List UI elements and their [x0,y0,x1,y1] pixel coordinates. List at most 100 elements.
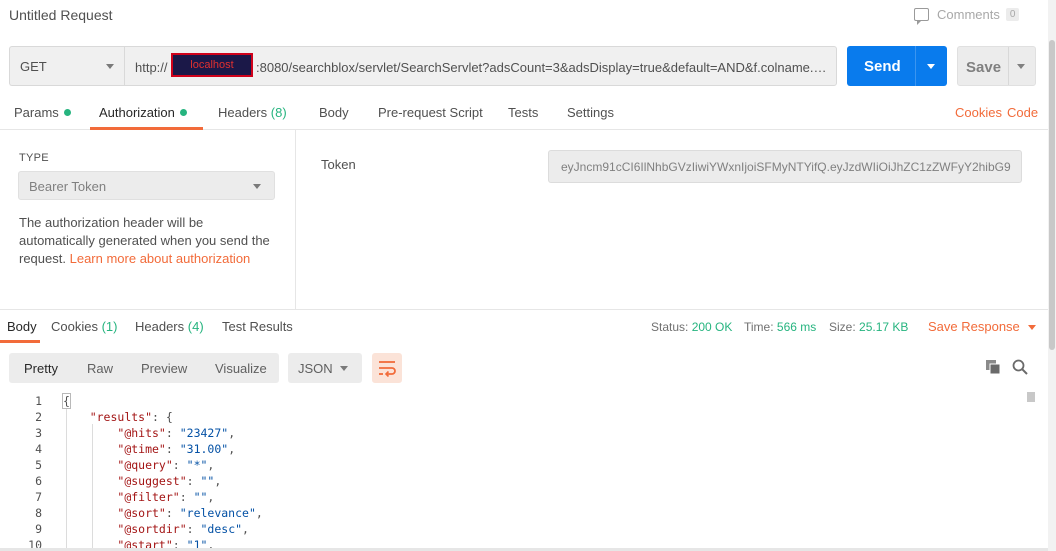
params-status-dot [63,109,71,116]
comments-button[interactable]: Comments 0 [914,7,1020,25]
tab-headers-count: (8) [270,105,287,120]
json-key: "@time" [117,442,166,456]
resp-tab-headers[interactable]: Headers (4) [135,319,204,334]
comments-label: Comments [937,7,1000,22]
code-content: "@sort": "relevance", [62,506,263,520]
comments-count-badge: 0 [1005,8,1020,21]
learn-more-link[interactable]: Learn more about authorization [70,251,251,266]
auth-description: The authorization header will be automat… [19,214,281,268]
code-scrollbar[interactable] [1027,392,1035,402]
json-separator: : [165,426,180,440]
method-select[interactable]: GET [9,46,125,86]
request-title[interactable]: Untitled Request [9,7,113,23]
response-body-code[interactable]: 1{2 "results": {3 "@hits": "23427", 4 "@t… [0,392,1040,551]
url-input[interactable]: http:// localhost :8080/searchblox/servl… [124,46,837,86]
line-number: 6 [35,474,42,488]
code-content: "@suggest": "", [62,474,221,488]
copy-icon[interactable] [985,359,1001,375]
send-label: Send [864,58,901,75]
time-label: Time: [744,320,774,334]
json-separator: : [186,522,201,536]
code-line: 4 "@time": "31.00", [0,442,1000,458]
format-select[interactable]: JSON [288,353,362,383]
tab-prerequest-script[interactable]: Pre-request Script [378,105,483,120]
url-rest: :8080/searchblox/servlet/SearchServlet?a… [256,60,831,75]
wrap-lines-icon [379,361,396,378]
status-value[interactable]: 200 OK [692,320,733,334]
json-string-value: "" [200,474,215,488]
send-options-chevron-icon[interactable] [927,64,935,69]
code-link[interactable]: Code [1007,105,1038,120]
format-value: JSON [298,361,333,376]
page-scrollbar[interactable] [1048,0,1056,551]
tab-authorization[interactable]: Authorization [99,105,187,120]
view-pretty-button[interactable]: Pretty [24,361,58,376]
send-button[interactable]: Send [847,46,947,86]
tab-tests[interactable]: Tests [508,105,538,120]
response-tabs: Body Cookies (1) Headers (4) Test Result… [0,309,1048,343]
json-separator: : [165,506,180,520]
tab-params[interactable]: Params [14,105,71,120]
code-content: "results": { [62,410,173,424]
title-bar: Untitled Request Comments 0 [0,0,1048,34]
code-line: 5 "@query": "*", [0,458,1000,474]
json-key: "@hits" [117,426,166,440]
line-number: 1 [35,394,42,408]
size-readout: Size: 25.17 KB [829,320,908,334]
cookies-link[interactable]: Cookies [955,105,1002,120]
code-line: 2 "results": { [0,410,1000,426]
size-label: Size: [829,320,856,334]
tab-authorization-label: Authorization [99,105,175,120]
tab-settings[interactable]: Settings [567,105,614,120]
save-response-label: Save Response [928,319,1020,334]
save-button[interactable]: Save [957,46,1036,86]
page-scrollbar-thumb[interactable] [1049,40,1055,350]
resp-tab-cookies-label: Cookies [51,319,98,334]
token-input[interactable]: eyJncm91cCI6IlNhbGVzIiwiYWxnIjoiSFMyNTYi… [548,150,1022,183]
method-value: GET [20,59,47,74]
code-line: 9 "@sortdir": "desc", [0,522,1000,538]
view-raw-button[interactable]: Raw [87,361,113,376]
save-response-button[interactable]: Save Response [928,319,1036,334]
comment-icon [914,8,929,25]
json-punctuation: , [242,522,249,536]
type-label: TYPE [19,152,49,164]
save-options-chevron-icon[interactable] [1017,64,1025,69]
json-key: "@suggest" [117,474,187,488]
resp-tab-test-results[interactable]: Test Results [222,319,293,334]
resp-tab-cookies[interactable]: Cookies (1) [51,319,117,334]
chevron-down-icon [106,64,114,69]
tab-headers[interactable]: Headers (8) [218,105,287,120]
json-punctuation: , [255,506,263,520]
resp-tab-body[interactable]: Body [7,319,37,334]
tab-body[interactable]: Body [319,105,349,120]
json-punctuation: , [228,442,236,456]
json-key: "@sortdir" [117,522,187,536]
size-value[interactable]: 25.17 KB [859,320,908,334]
code-content: "@filter": "", [62,490,214,504]
json-separator: : [172,458,187,472]
auth-type-panel: TYPE Bearer Token The authorization head… [0,130,296,309]
search-icon[interactable] [1011,358,1029,376]
json-string-value: "31.00" [179,442,229,456]
json-punctuation: , [214,474,222,488]
resp-tab-cookies-count: (1) [101,319,118,334]
time-readout: Time: 566 ms [744,320,816,334]
json-separator: : [165,442,180,456]
chevron-down-icon [253,184,261,189]
json-punctuation: , [207,458,215,472]
json-key: "@filter" [117,490,180,504]
json-key: "results" [89,410,153,424]
line-number: 4 [35,442,42,456]
line-number: 3 [35,426,42,440]
json-string-value: "*" [186,458,208,472]
time-value[interactable]: 566 ms [777,320,816,334]
auth-type-select[interactable]: Bearer Token [18,171,275,200]
wrap-lines-button[interactable] [372,353,402,383]
code-content: { [62,393,71,409]
view-preview-button[interactable]: Preview [141,361,187,376]
send-divider [915,46,916,86]
view-visualize-button[interactable]: Visualize [215,361,267,376]
